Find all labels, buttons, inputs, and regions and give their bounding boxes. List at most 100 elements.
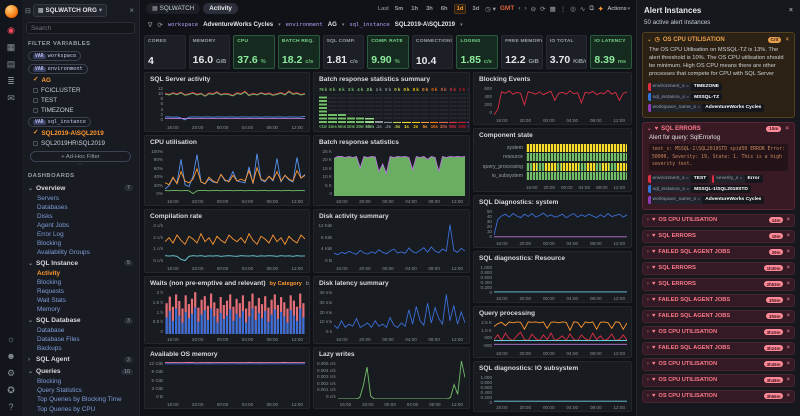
sidebar-item-blocking[interactable]: Blocking <box>22 377 139 386</box>
chevron-right-icon[interactable]: › <box>647 281 649 287</box>
sidebar-item-blocking[interactable]: Blocking <box>22 238 139 247</box>
time-range-3d[interactable]: 3d <box>470 5 481 13</box>
dashboards-icon[interactable]: ▦ <box>7 43 16 52</box>
adhoc-filter-button[interactable]: + Ad-Hoc Filter <box>30 151 131 162</box>
dock-icon[interactable]: ⊟ <box>25 7 31 15</box>
alert-row-sql-errors[interactable]: ›♥SQL ERRORS2h53m× <box>642 278 795 291</box>
alert-card-header[interactable]: ⌄♥SQL ERRORS15m× <box>643 123 794 135</box>
panel-title[interactable]: Disk latency summary <box>319 280 389 287</box>
chevron-right-icon[interactable]: › <box>647 361 649 367</box>
dashboard-section-queries[interactable]: ⌄Queries10 <box>22 365 139 377</box>
checkbox[interactable] <box>33 108 38 113</box>
server-admin-icon[interactable]: ✪ <box>7 386 15 395</box>
alert-bell-icon[interactable]: ✦ <box>598 5 603 13</box>
alert-row-os-cpu-utilisation[interactable]: ›♥OS CPU UTILISATION14m× <box>642 214 795 227</box>
close-icon[interactable]: × <box>786 265 790 271</box>
breadcrumb-sqlwatch[interactable]: ▦SQLWATCH <box>146 3 200 14</box>
alert-row-os-cpu-utilisation[interactable]: ›♥OS CPU UTILISATION3h15m× <box>642 326 795 339</box>
panel-title[interactable]: Available OS memory <box>150 351 218 358</box>
dashboard-section-sql-agent[interactable]: ›SQL Agent2 <box>22 353 139 365</box>
panel-title[interactable]: Lazy writes <box>319 351 355 358</box>
time-range-1h[interactable]: 1h <box>409 5 420 13</box>
zoom-out-icon[interactable]: ⊖ <box>531 5 536 13</box>
chevron-right-icon[interactable]: › <box>647 297 649 303</box>
time-range-3h[interactable]: 3h <box>424 5 435 13</box>
sidebar-close-button[interactable]: × <box>127 6 136 15</box>
dashboard-section-sql-database[interactable]: ⌄SQL Database3 <box>22 314 139 326</box>
alert-row-failed-sql-agent-jobs[interactable]: ›♥FAILED SQL AGENT JOBS3h5m× <box>642 294 795 307</box>
panel-title[interactable]: Query processing <box>479 310 535 317</box>
refresh-icon[interactable]: ⟳ <box>540 5 545 13</box>
close-icon[interactable]: × <box>789 7 793 14</box>
checkbox[interactable] <box>33 141 38 146</box>
panel-title[interactable]: SQL diagnostics: Resource <box>479 255 565 262</box>
close-icon[interactable]: × <box>786 345 790 351</box>
time-shift-forward-icon[interactable]: › <box>525 5 527 12</box>
close-icon[interactable]: × <box>786 393 790 399</box>
panel-title[interactable]: SQL Diagnostics: system <box>479 199 558 206</box>
sidebar-item-databases[interactable]: Databases <box>22 202 139 211</box>
sidebar-item-disks[interactable]: Disks <box>22 211 139 220</box>
filter-label-workspace[interactable]: workspace <box>168 22 198 28</box>
sidebar-item-blocking[interactable]: Blocking <box>22 277 139 286</box>
close-icon[interactable]: × <box>786 233 790 239</box>
sidebar-item-agent-jobs[interactable]: Agent Jobs <box>22 220 139 229</box>
alert-row-os-cpu-utilisation[interactable]: ›♥OS CPU UTILISATION3h48m× <box>642 374 795 387</box>
close-icon[interactable]: × <box>784 37 790 43</box>
panel-link-by-category[interactable]: by Category <box>270 281 302 287</box>
settings-icon[interactable]: ⚙ <box>7 369 15 378</box>
folders-icon[interactable]: ▤ <box>7 60 16 69</box>
checkbox[interactable] <box>33 88 38 93</box>
panel-title[interactable]: Compilation rate <box>150 213 202 220</box>
chevron-right-icon[interactable]: › <box>647 329 649 335</box>
chevron-right-icon[interactable]: › <box>647 249 649 255</box>
alerting-icon[interactable]: ◉ <box>7 26 15 35</box>
filter-label-sql-instance[interactable]: sql_instance <box>349 22 389 28</box>
theme-icon[interactable]: ☼ <box>7 335 15 344</box>
variable-option-sql2019hr-sql2019[interactable]: SQL2019HR\SQL2019 <box>22 138 139 148</box>
variable-option-timezone[interactable]: TIMEZONE <box>22 105 139 115</box>
variable-pill-workspace[interactable]: VARworkspace <box>28 51 81 61</box>
live-icon[interactable]: ◎ <box>570 5 576 13</box>
variable-option-sql2019-a-sql2019[interactable]: ✓SQL2019-A\SQL2019 <box>22 128 139 138</box>
datasources-icon[interactable]: ≣ <box>7 77 15 86</box>
time-picker-icon[interactable]: ◷ ▾ <box>485 5 496 13</box>
close-icon[interactable]: × <box>786 361 790 367</box>
filter-value-environment[interactable]: AG <box>328 21 337 28</box>
alert-row-failed-sql-agent-jobs[interactable]: ›♥FAILED SQL AGENT JOBS3h24m× <box>642 342 795 355</box>
grafana-logo-icon[interactable] <box>5 5 18 18</box>
panel-link-by-type[interactable]: by Type <box>306 281 309 287</box>
chevron-right-icon[interactable]: › <box>647 393 649 399</box>
variable-option-fcicluster[interactable]: FCICLUSTER <box>22 85 139 95</box>
panels-grid-icon[interactable]: ▦ <box>550 5 556 13</box>
close-icon[interactable]: × <box>786 329 790 335</box>
panel-title[interactable]: Batch response statistics <box>319 139 399 146</box>
sidebar-item-servers[interactable]: Servers <box>22 193 139 202</box>
sidebar-item-activity[interactable]: Activity <box>22 268 139 277</box>
sidebar-item-backups[interactable]: Backups <box>22 344 139 353</box>
panel-title[interactable]: CPU utilisation <box>150 139 197 146</box>
panel-title[interactable]: Disk activity summary <box>319 213 389 220</box>
panel-title[interactable]: Component state <box>479 132 533 139</box>
filter-value-sql-instance[interactable]: SQL2019-A\SQL2019 <box>395 21 455 28</box>
panel-title[interactable]: SQL Server activity <box>150 76 210 83</box>
alert-row-failed-sql-agent-jobs[interactable]: ›♥FAILED SQL AGENT JOBS29m× <box>642 246 795 259</box>
alert-row-os-cpu-utilisation[interactable]: ›♥OS CPU UTILISATION3h56m× <box>642 390 795 403</box>
chevron-right-icon[interactable]: › <box>647 377 649 383</box>
search-input[interactable] <box>26 22 135 34</box>
sidebar-item-top-queries-by-cpu[interactable]: Top Queries by CPU <box>22 404 139 413</box>
share-export-icon[interactable]: ⧉ <box>589 5 594 13</box>
close-icon[interactable]: × <box>784 126 790 132</box>
variable-option-ag[interactable]: ✓AG <box>22 75 139 85</box>
checkbox[interactable] <box>33 98 38 103</box>
breadcrumb-activity[interactable]: Activity <box>203 3 238 14</box>
time-shift-back-icon[interactable]: ‹ <box>518 5 520 12</box>
alert-row-failed-sql-agent-jobs[interactable]: ›♥FAILED SQL AGENT JOBS3h5m× <box>642 310 795 323</box>
sidebar-item-memory[interactable]: Memory <box>22 305 139 314</box>
sidebar-item-error-log[interactable]: Error Log <box>22 229 139 238</box>
actions-menu[interactable]: Actions▾ <box>607 6 630 12</box>
panel-title[interactable]: SQL diagnostics: IO subsystem <box>479 365 578 372</box>
sidebar-item-wait-stats[interactable]: Wait Stats <box>22 295 139 304</box>
chevron-right-icon[interactable]: › <box>647 217 649 223</box>
chevron-right-icon[interactable]: › <box>647 313 649 319</box>
